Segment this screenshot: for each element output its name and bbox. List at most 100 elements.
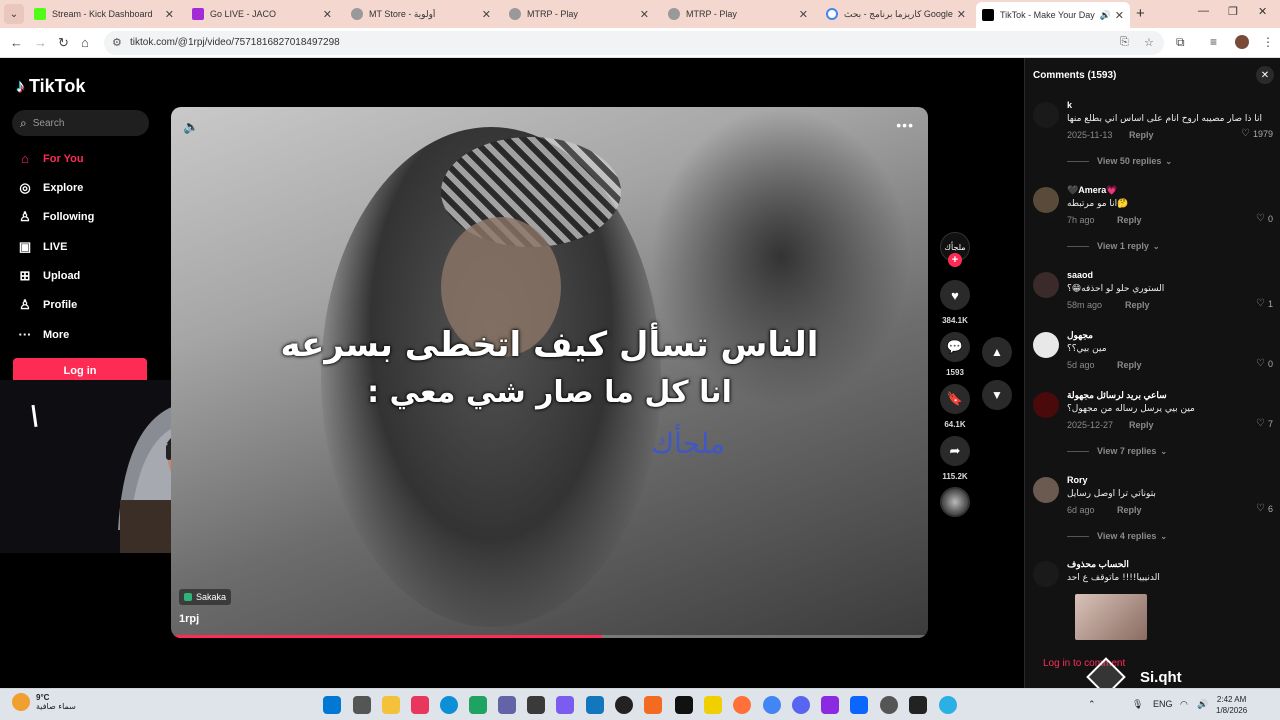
comment-like-button[interactable]: ♡ 1979 bbox=[1241, 128, 1273, 139]
wifi-icon[interactable]: ◠ bbox=[1180, 699, 1188, 710]
profile-avatar[interactable] bbox=[1235, 35, 1249, 49]
obs-icon[interactable] bbox=[615, 696, 633, 714]
music-disc-icon[interactable] bbox=[940, 487, 970, 517]
store-icon[interactable] bbox=[527, 696, 545, 714]
media-control-icon[interactable]: ≡ bbox=[1210, 35, 1217, 49]
nav-profile[interactable]: ♙ Profile bbox=[16, 297, 77, 313]
comment-author[interactable]: Rory bbox=[1067, 475, 1088, 485]
system-clock[interactable]: 2:42 AM 1/8/2026 bbox=[1216, 694, 1247, 716]
teams-icon[interactable] bbox=[498, 696, 516, 714]
tab-go-live[interactable]: Go LIVE - JACO ✕ bbox=[186, 3, 338, 25]
app-icon[interactable] bbox=[644, 696, 662, 714]
tab-kick-dashboard[interactable]: Stream - Kick Dashboard ✕ bbox=[28, 3, 180, 25]
app-icon[interactable] bbox=[586, 696, 604, 714]
comment-author[interactable]: ساعي بريد لرسائل مجهولة bbox=[1067, 390, 1167, 401]
install-app-icon[interactable]: ⎘ bbox=[1120, 36, 1129, 49]
nav-more[interactable]: ··· More bbox=[16, 327, 70, 342]
next-video-button[interactable]: ▼ bbox=[982, 380, 1012, 410]
comment-button[interactable]: 💬 bbox=[940, 332, 970, 362]
nav-upload[interactable]: ⊞ Upload bbox=[16, 268, 81, 284]
start-menu-icon[interactable] bbox=[323, 696, 341, 714]
nav-live[interactable]: ▣ LIVE bbox=[16, 239, 68, 255]
comment-author[interactable]: الحساب محذوف bbox=[1067, 559, 1129, 570]
close-icon[interactable]: ✕ bbox=[165, 8, 174, 21]
close-icon[interactable]: ✕ bbox=[957, 8, 966, 21]
home-button-icon[interactable]: ⌂ bbox=[81, 35, 89, 50]
tab-mtrp-play-2[interactable]: MTRP - Play ✕ bbox=[662, 3, 814, 25]
weather-widget[interactable]: 9°C سماء صافية bbox=[12, 693, 76, 711]
app-icon[interactable] bbox=[850, 696, 868, 714]
browser-menu-icon[interactable]: ⋮ bbox=[1262, 35, 1274, 49]
nav-explore[interactable]: ◎ Explore bbox=[16, 180, 83, 196]
reply-button[interactable]: Reply bbox=[1117, 505, 1142, 515]
tab-mt-store[interactable]: MT Store - أولوية ✕ bbox=[345, 3, 497, 25]
edge-icon[interactable] bbox=[440, 696, 458, 714]
app-icon[interactable] bbox=[909, 696, 927, 714]
app-icon[interactable] bbox=[704, 696, 722, 714]
chrome-icon[interactable] bbox=[763, 696, 781, 714]
comment-avatar[interactable] bbox=[1033, 332, 1059, 358]
forward-arrow-icon[interactable]: → bbox=[34, 35, 47, 50]
comment-attached-image[interactable] bbox=[1075, 594, 1147, 640]
reply-button[interactable]: Reply bbox=[1129, 130, 1154, 140]
reply-button[interactable]: Reply bbox=[1117, 360, 1142, 370]
app-icon[interactable] bbox=[411, 696, 429, 714]
comment-avatar[interactable] bbox=[1033, 187, 1059, 213]
app-icon[interactable] bbox=[880, 696, 898, 714]
tray-overflow-icon[interactable]: ⌃ bbox=[1088, 699, 1096, 710]
close-icon[interactable]: ✕ bbox=[482, 8, 491, 21]
search-input[interactable]: ⌕ Search bbox=[12, 110, 149, 136]
extensions-icon[interactable]: ⧉ bbox=[1176, 35, 1185, 50]
address-bar[interactable]: ⚙ tiktok.com/@1rpj/video/757181682701849… bbox=[104, 31, 1164, 55]
window-close-icon[interactable]: ✕ bbox=[1258, 5, 1267, 18]
comment-like-button[interactable]: ♡ 6 bbox=[1256, 503, 1273, 514]
reply-button[interactable]: Reply bbox=[1117, 215, 1142, 225]
location-tag[interactable]: Sakaka bbox=[179, 589, 232, 605]
comment-author[interactable]: saaod bbox=[1067, 270, 1093, 280]
close-icon[interactable]: ✕ bbox=[1115, 9, 1124, 22]
tab-mtrp-play-1[interactable]: MTRP - Play ✕ bbox=[503, 3, 655, 25]
tab-google-search[interactable]: كاريزما برنامج - بحث Google ✕ bbox=[820, 3, 972, 25]
comment-avatar[interactable] bbox=[1033, 392, 1059, 418]
reload-icon[interactable]: ↻ bbox=[58, 35, 69, 51]
play-store-icon[interactable] bbox=[469, 696, 487, 714]
comment-author[interactable]: مجهول bbox=[1067, 330, 1093, 341]
comment-like-button[interactable]: ♡ 1 bbox=[1256, 298, 1273, 309]
minimize-icon[interactable]: — bbox=[1198, 5, 1209, 17]
back-arrow-icon[interactable]: ← bbox=[10, 35, 23, 50]
comment-like-button[interactable]: ♡ 0 bbox=[1256, 358, 1273, 369]
discord-icon[interactable] bbox=[792, 696, 810, 714]
view-replies-button[interactable]: View 1 reply ⌄ bbox=[1067, 241, 1160, 251]
comment-avatar[interactable] bbox=[1033, 102, 1059, 128]
follow-plus-icon[interactable]: + bbox=[948, 253, 962, 267]
view-replies-button[interactable]: View 4 replies ⌄ bbox=[1067, 531, 1167, 541]
comment-like-button[interactable]: ♡ 0 bbox=[1256, 213, 1273, 224]
tab-tiktok[interactable]: TikTok - Make Your Day 🔊 ✕ bbox=[976, 2, 1130, 28]
share-button[interactable]: ➦ bbox=[940, 436, 970, 466]
like-button[interactable]: ♥ bbox=[940, 280, 970, 310]
comment-avatar[interactable] bbox=[1033, 272, 1059, 298]
volume-icon[interactable]: 🔈 bbox=[183, 119, 199, 135]
view-replies-button[interactable]: View 7 replies ⌄ bbox=[1067, 446, 1167, 456]
copilot-icon[interactable] bbox=[556, 696, 574, 714]
tab-search-button[interactable]: ⌄ bbox=[4, 4, 24, 24]
nav-for-you[interactable]: ⌂ For You bbox=[16, 151, 83, 166]
video-progress-bar[interactable] bbox=[171, 635, 928, 638]
tiktok-taskbar-icon[interactable] bbox=[675, 696, 693, 714]
comment-avatar[interactable] bbox=[1033, 561, 1059, 587]
reply-button[interactable]: Reply bbox=[1129, 420, 1154, 430]
more-options-icon[interactable]: ••• bbox=[896, 117, 914, 133]
comment-author[interactable]: 🖤Amera💗 bbox=[1067, 185, 1117, 196]
comment-author[interactable]: k bbox=[1067, 100, 1072, 110]
language-indicator[interactable]: ENG bbox=[1153, 699, 1173, 709]
close-icon[interactable]: ✕ bbox=[640, 8, 649, 21]
close-icon[interactable]: ✕ bbox=[799, 8, 808, 21]
volume-tray-icon[interactable]: 🔊 bbox=[1197, 699, 1208, 710]
microphone-icon[interactable]: 🎙 bbox=[1132, 699, 1143, 710]
nav-following[interactable]: ♙ Following bbox=[16, 209, 94, 225]
reply-button[interactable]: Reply bbox=[1125, 300, 1150, 310]
file-explorer-icon[interactable] bbox=[382, 696, 400, 714]
tiktok-logo[interactable]: ♪ TikTok bbox=[16, 76, 85, 97]
site-info-icon[interactable]: ⚙ bbox=[112, 36, 122, 49]
video-author-username[interactable]: 1rpj bbox=[179, 613, 199, 625]
